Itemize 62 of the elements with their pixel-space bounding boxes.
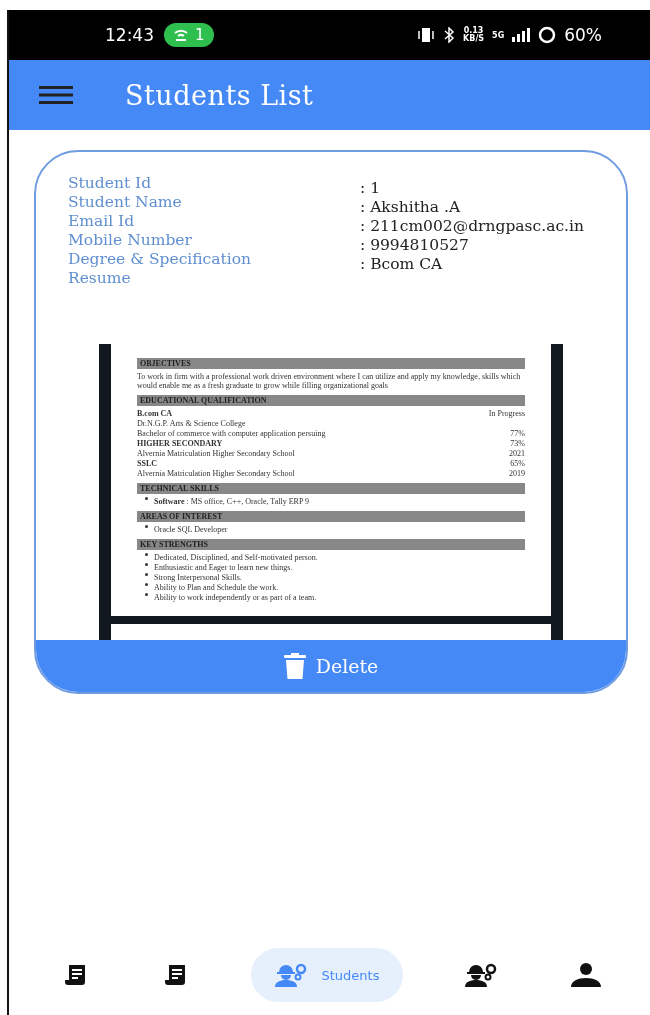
paragraph: To work in firm with a professional work driven environment where I can utilize and apply my knowledge, skills which would enable me as a fresh graduate to grow while filling organizational goals: [137, 372, 522, 390]
field-label: Email Id: [68, 212, 136, 231]
bullet-icon: [145, 553, 148, 556]
menu-icon[interactable]: [39, 86, 73, 104]
entry-text: Alvernia Matriculation Higher Secondary School: [137, 449, 295, 458]
field-label: Mobile Number: [68, 231, 193, 250]
network-speed: 0.13 KB/S: [463, 27, 485, 43]
entry-text: B.com CA: [137, 409, 173, 418]
section-heading: TECHNICAL SKILLS: [137, 483, 525, 494]
section-heading: KEY STRENGTHS: [137, 539, 525, 550]
entry-text: SSLC: [137, 459, 157, 468]
field-value: : 1: [360, 179, 381, 198]
signal-icon: [512, 28, 531, 42]
field-value: : 211cm002@drngpasc.ac.in: [360, 217, 585, 236]
field-label: Student Id: [68, 174, 153, 193]
entry-text: Alvernia Matriculation Higher Secondary School: [137, 469, 295, 478]
hotspot-badge: 1: [164, 23, 214, 47]
network-type: 5G: [492, 30, 505, 40]
entry-text: HIGHER SECONDARY: [137, 439, 223, 448]
clock: 12:43: [105, 25, 154, 45]
entry-detail: In Progress: [488, 409, 525, 418]
nav-tab[interactable]: Students: [251, 948, 404, 1002]
field-value: : Bcom CA: [360, 255, 444, 274]
field-value: : Akshitha .A: [360, 198, 462, 217]
vibrate-icon: [417, 27, 436, 43]
field-label: Resume: [68, 269, 132, 288]
entry-text: Bachelor of commerce with computer application persuing: [137, 429, 326, 438]
bluetooth-icon: [443, 27, 456, 43]
page-title: Students List: [125, 79, 314, 111]
bullet-icon: [145, 563, 148, 566]
list-item: Enthusiastic and Eager to learn new things.: [154, 563, 293, 572]
battery-ring-icon: [538, 26, 557, 44]
list-item: Software : MS office, C++, Oracle, Tally ERP 9: [154, 497, 310, 506]
section-heading: AREAS OF INTEREST: [137, 511, 525, 522]
worker-gear-icon: [465, 963, 498, 987]
entry-detail: 65%: [510, 459, 525, 468]
entry-detail: 2021: [509, 449, 525, 458]
entry-detail: 77%: [510, 429, 525, 438]
section-heading: OBJECTIVES: [137, 358, 525, 369]
bullet-icon: [145, 497, 148, 500]
entry-text: Dr.N.G.P. Arts & Science College: [137, 419, 246, 428]
hotspot-icon: [173, 28, 189, 42]
person-icon: [571, 963, 602, 987]
list-item: Ability to Plan and Schedule the work.: [154, 583, 279, 592]
list-item: Ability to work independently or as part of a team.: [154, 593, 317, 602]
list-item: Oracle SQL Developer: [154, 525, 228, 534]
bullet-icon: [145, 583, 148, 586]
bullet-icon: [145, 573, 148, 576]
worker-gear-icon: [275, 963, 308, 987]
field-value: : 9994810527: [360, 236, 470, 255]
list-item: Strong Interpersonal Skills.: [154, 573, 242, 582]
field-label: Student Name: [68, 193, 183, 212]
trash-icon: [283, 653, 306, 679]
entry-detail: 2019: [509, 469, 525, 478]
delete-button[interactable]: Delete: [36, 640, 626, 692]
field-label: Degree & Specification: [68, 250, 253, 269]
battery-level: 60%: [564, 25, 602, 45]
bullet-icon: [145, 525, 148, 528]
list-item: Dedicated, Disciplined, and Self-motivated person.: [154, 553, 318, 562]
entry-detail: 73%: [510, 439, 525, 448]
section-heading: EDUCATIONAL QUALIFICATION: [137, 395, 525, 406]
bullet-icon: [145, 593, 148, 596]
